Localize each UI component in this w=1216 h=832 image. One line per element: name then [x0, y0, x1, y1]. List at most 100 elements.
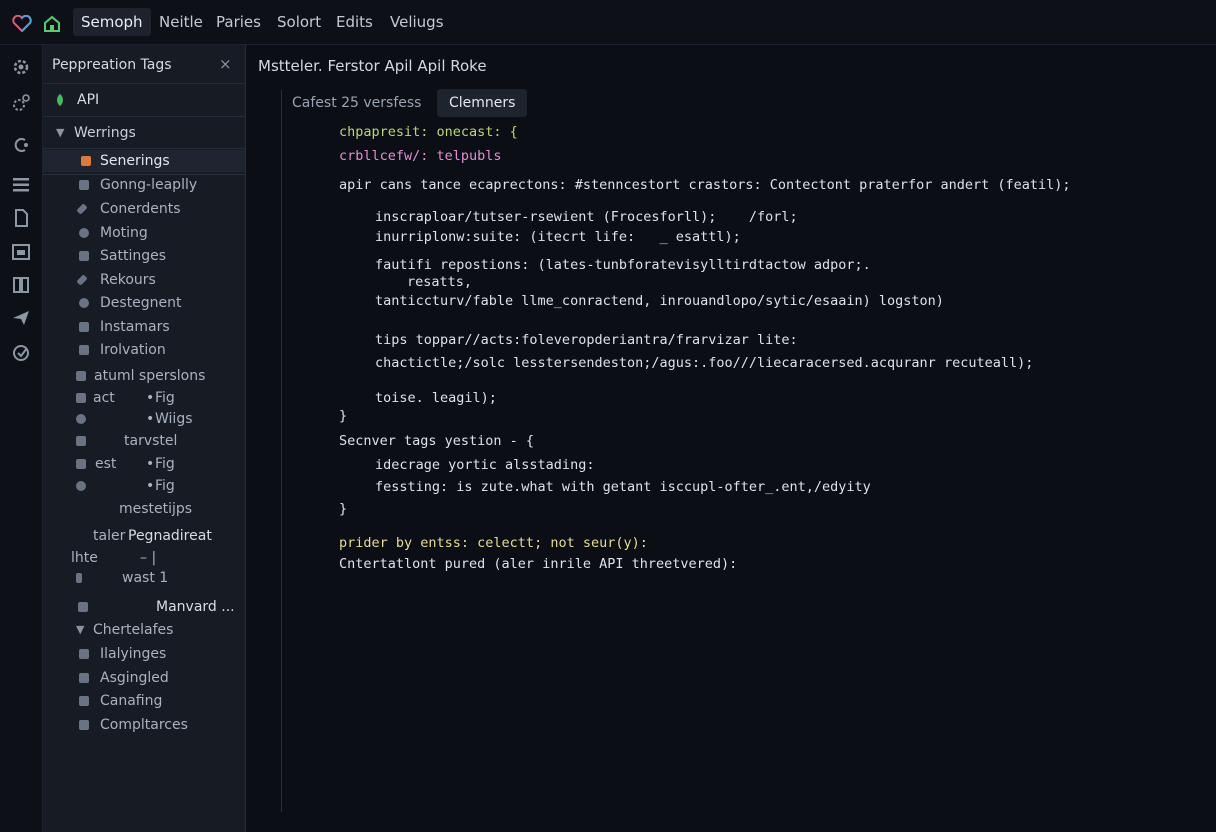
file-list-icon	[79, 322, 89, 332]
settings-list-icon	[79, 251, 89, 261]
sidebar-item-ilalyinges[interactable]: Ilalyinges	[43, 643, 245, 665]
sidebar-item-label: Instamars	[100, 319, 170, 335]
sidebar-item-irolvation[interactable]: Irolvation	[43, 339, 245, 361]
link-icon	[76, 414, 86, 424]
globe-icon	[76, 481, 86, 491]
file-icon	[79, 180, 89, 190]
sidebar-item-label: Senerings	[100, 153, 170, 169]
menu-semoph[interactable]: Semoph	[73, 8, 151, 36]
sidebar-item-gonng-leaplly[interactable]: Gonng-leaplly	[43, 174, 245, 196]
dot-icon: •	[146, 478, 155, 494]
sidebar-item-sattinges[interactable]: Sattinges	[43, 245, 245, 267]
sidebar-item-tarvstel[interactable]: tarvstel	[43, 430, 245, 452]
code-line[interactable]: prider by entss: celectt; not seur(y):	[339, 534, 648, 552]
sidebar-item-pegnadireat[interactable]: taler Pegnadireat	[43, 525, 245, 547]
extensions-gear-icon[interactable]	[11, 93, 31, 113]
sidebar-item-manvard[interactable]: Manvard ...	[43, 596, 245, 618]
code-line[interactable]: inurriplonw:suite: (itecrt life: _ esatt…	[375, 228, 741, 246]
source-control-icon[interactable]	[11, 135, 31, 155]
sidebar-item-sublabel: Manvard ...	[156, 599, 235, 615]
sidebar-item-senerings[interactable]: Senerings	[43, 150, 245, 172]
sidebar-item-rekours[interactable]: Rekours	[43, 269, 245, 291]
sidebar-item-canafing[interactable]: Canafing	[43, 690, 245, 712]
tab-clemners[interactable]: Clemners	[437, 89, 528, 117]
code-line[interactable]: fautifi repostions: (lates-tunbforatevis…	[375, 256, 871, 274]
gear-icon	[79, 298, 89, 308]
sidebar-item-label: taler	[93, 528, 126, 544]
indent-guide	[281, 90, 282, 812]
sidebar-item-label: lhte	[71, 550, 98, 566]
settings-gear-icon[interactable]	[11, 57, 31, 77]
sidebar-group-werrings[interactable]: ▼ Werrings	[43, 122, 245, 144]
sidebar-item-sublabel: Fig	[155, 390, 175, 406]
code-line[interactable]: }	[339, 407, 347, 425]
menu-neitle[interactable]: Neitle	[151, 8, 211, 36]
send-icon[interactable]	[11, 308, 31, 328]
image-box-icon[interactable]	[11, 242, 31, 262]
sidebar-item-label: Werrings	[74, 125, 136, 141]
heart-icon[interactable]	[12, 15, 32, 33]
close-icon[interactable]: ×	[219, 55, 232, 73]
code-line[interactable]: Cntertatlont pured (aler inrile API thre…	[339, 555, 737, 573]
folder-icon	[76, 371, 86, 381]
code-line[interactable]: chactictle;/solc lesstersendeston;/agus:…	[375, 354, 1033, 372]
sidebar-item-est[interactable]: est • Fig	[43, 453, 245, 475]
code-line[interactable]: idecrage yortic alsstading:	[375, 456, 594, 474]
sidebar-item-label: Moting	[100, 225, 148, 241]
menu-paries[interactable]: Paries	[208, 8, 269, 36]
sidebar-item-act[interactable]: act • Fig	[43, 387, 245, 409]
sidebar-item-atuml-sperslons[interactable]: atuml sperslons	[43, 365, 245, 387]
sidebar-item-label: Destegnent	[100, 295, 182, 311]
stack-icon	[79, 720, 89, 730]
sidebar-item-conerdents[interactable]: Conerdents	[43, 198, 245, 220]
grid-icon	[79, 673, 89, 683]
tab-cafest[interactable]: Cafest 25 versfess	[280, 89, 433, 117]
code-line[interactable]: Secnver tags yestion - {	[339, 432, 534, 450]
sidebar-item-destegnent[interactable]: Destegnent	[43, 292, 245, 314]
sidebar-item-asgingled[interactable]: Asgingled	[43, 667, 245, 689]
sidebar-item-sublabel: – |	[140, 550, 157, 566]
sidebar-item-wiigs[interactable]: • Wiigs	[43, 408, 245, 430]
document-icon[interactable]	[11, 208, 31, 228]
code-line[interactable]: tanticcturv/fable llme_conractend, inrou…	[375, 292, 944, 310]
code-line[interactable]: crbllcefw/: telpubls	[339, 147, 502, 165]
menu-solort[interactable]: Solort	[269, 8, 329, 36]
sidebar-item-moting[interactable]: Moting	[43, 222, 245, 244]
sidebar-item-label: atuml sperslons	[94, 368, 206, 384]
sidebar-item-instamars[interactable]: Instamars	[43, 316, 245, 338]
sidebar-item-label: Canafing	[100, 693, 163, 709]
code-line[interactable]: tips toppar//acts:foleveropderiantra/fra…	[375, 331, 798, 349]
list-icon[interactable]	[11, 175, 31, 195]
breadcrumb[interactable]: Mstteler. Ferstor Apil Apil Roke	[258, 57, 487, 75]
folder-icon	[76, 393, 86, 403]
sidebar-item-sublabel: Fig	[155, 456, 175, 472]
sidebar-group-chertelafes[interactable]: ▼ Chertelafes	[43, 619, 245, 641]
sidebar-panel: Pepprеation Tags × API ▼ Werrings Seneri…	[43, 45, 246, 832]
folder-icon	[79, 345, 89, 355]
code-line[interactable]: apir cans tance ecaprectons: #stenncesto…	[339, 176, 1071, 194]
menu-veliugs[interactable]: Veliugs	[382, 8, 452, 36]
sidebar-item-lhte[interactable]: lhte – |	[43, 547, 245, 569]
chevron-down-icon: ▼	[76, 623, 85, 636]
book-icon[interactable]	[11, 275, 31, 295]
code-line[interactable]: fessting: is zute.what with getant isccu…	[375, 478, 871, 496]
sidebar-item-label: Rekours	[100, 272, 156, 288]
divider	[43, 116, 245, 117]
sidebar-item-mestetijps[interactable]: mestetijps	[43, 498, 245, 520]
code-line[interactable]: }	[339, 500, 347, 518]
activity-bar	[0, 45, 43, 832]
sidebar-item-compltarces[interactable]: Compltarces	[43, 714, 245, 736]
sidebar-item-fig[interactable]: • Fig	[43, 475, 245, 497]
code-line[interactable]: resatts,	[407, 273, 472, 291]
file-icon	[76, 573, 82, 583]
sidebar-item-wast[interactable]: wast 1	[43, 567, 245, 589]
home-icon[interactable]	[43, 15, 61, 33]
menu-edits[interactable]: Edits	[328, 8, 381, 36]
code-line[interactable]: chpapresit: onecast: {	[339, 123, 518, 141]
check-circle-icon[interactable]	[11, 343, 31, 363]
code-line[interactable]: toise. leagil);	[375, 389, 497, 407]
sidebar-item-api[interactable]: API	[43, 89, 245, 111]
dot-icon: •	[146, 411, 155, 427]
sidebar-item-label: Chertelafes	[93, 622, 174, 638]
code-line[interactable]: inscraploar/tutser-rsewient (Frocesforll…	[375, 208, 798, 226]
